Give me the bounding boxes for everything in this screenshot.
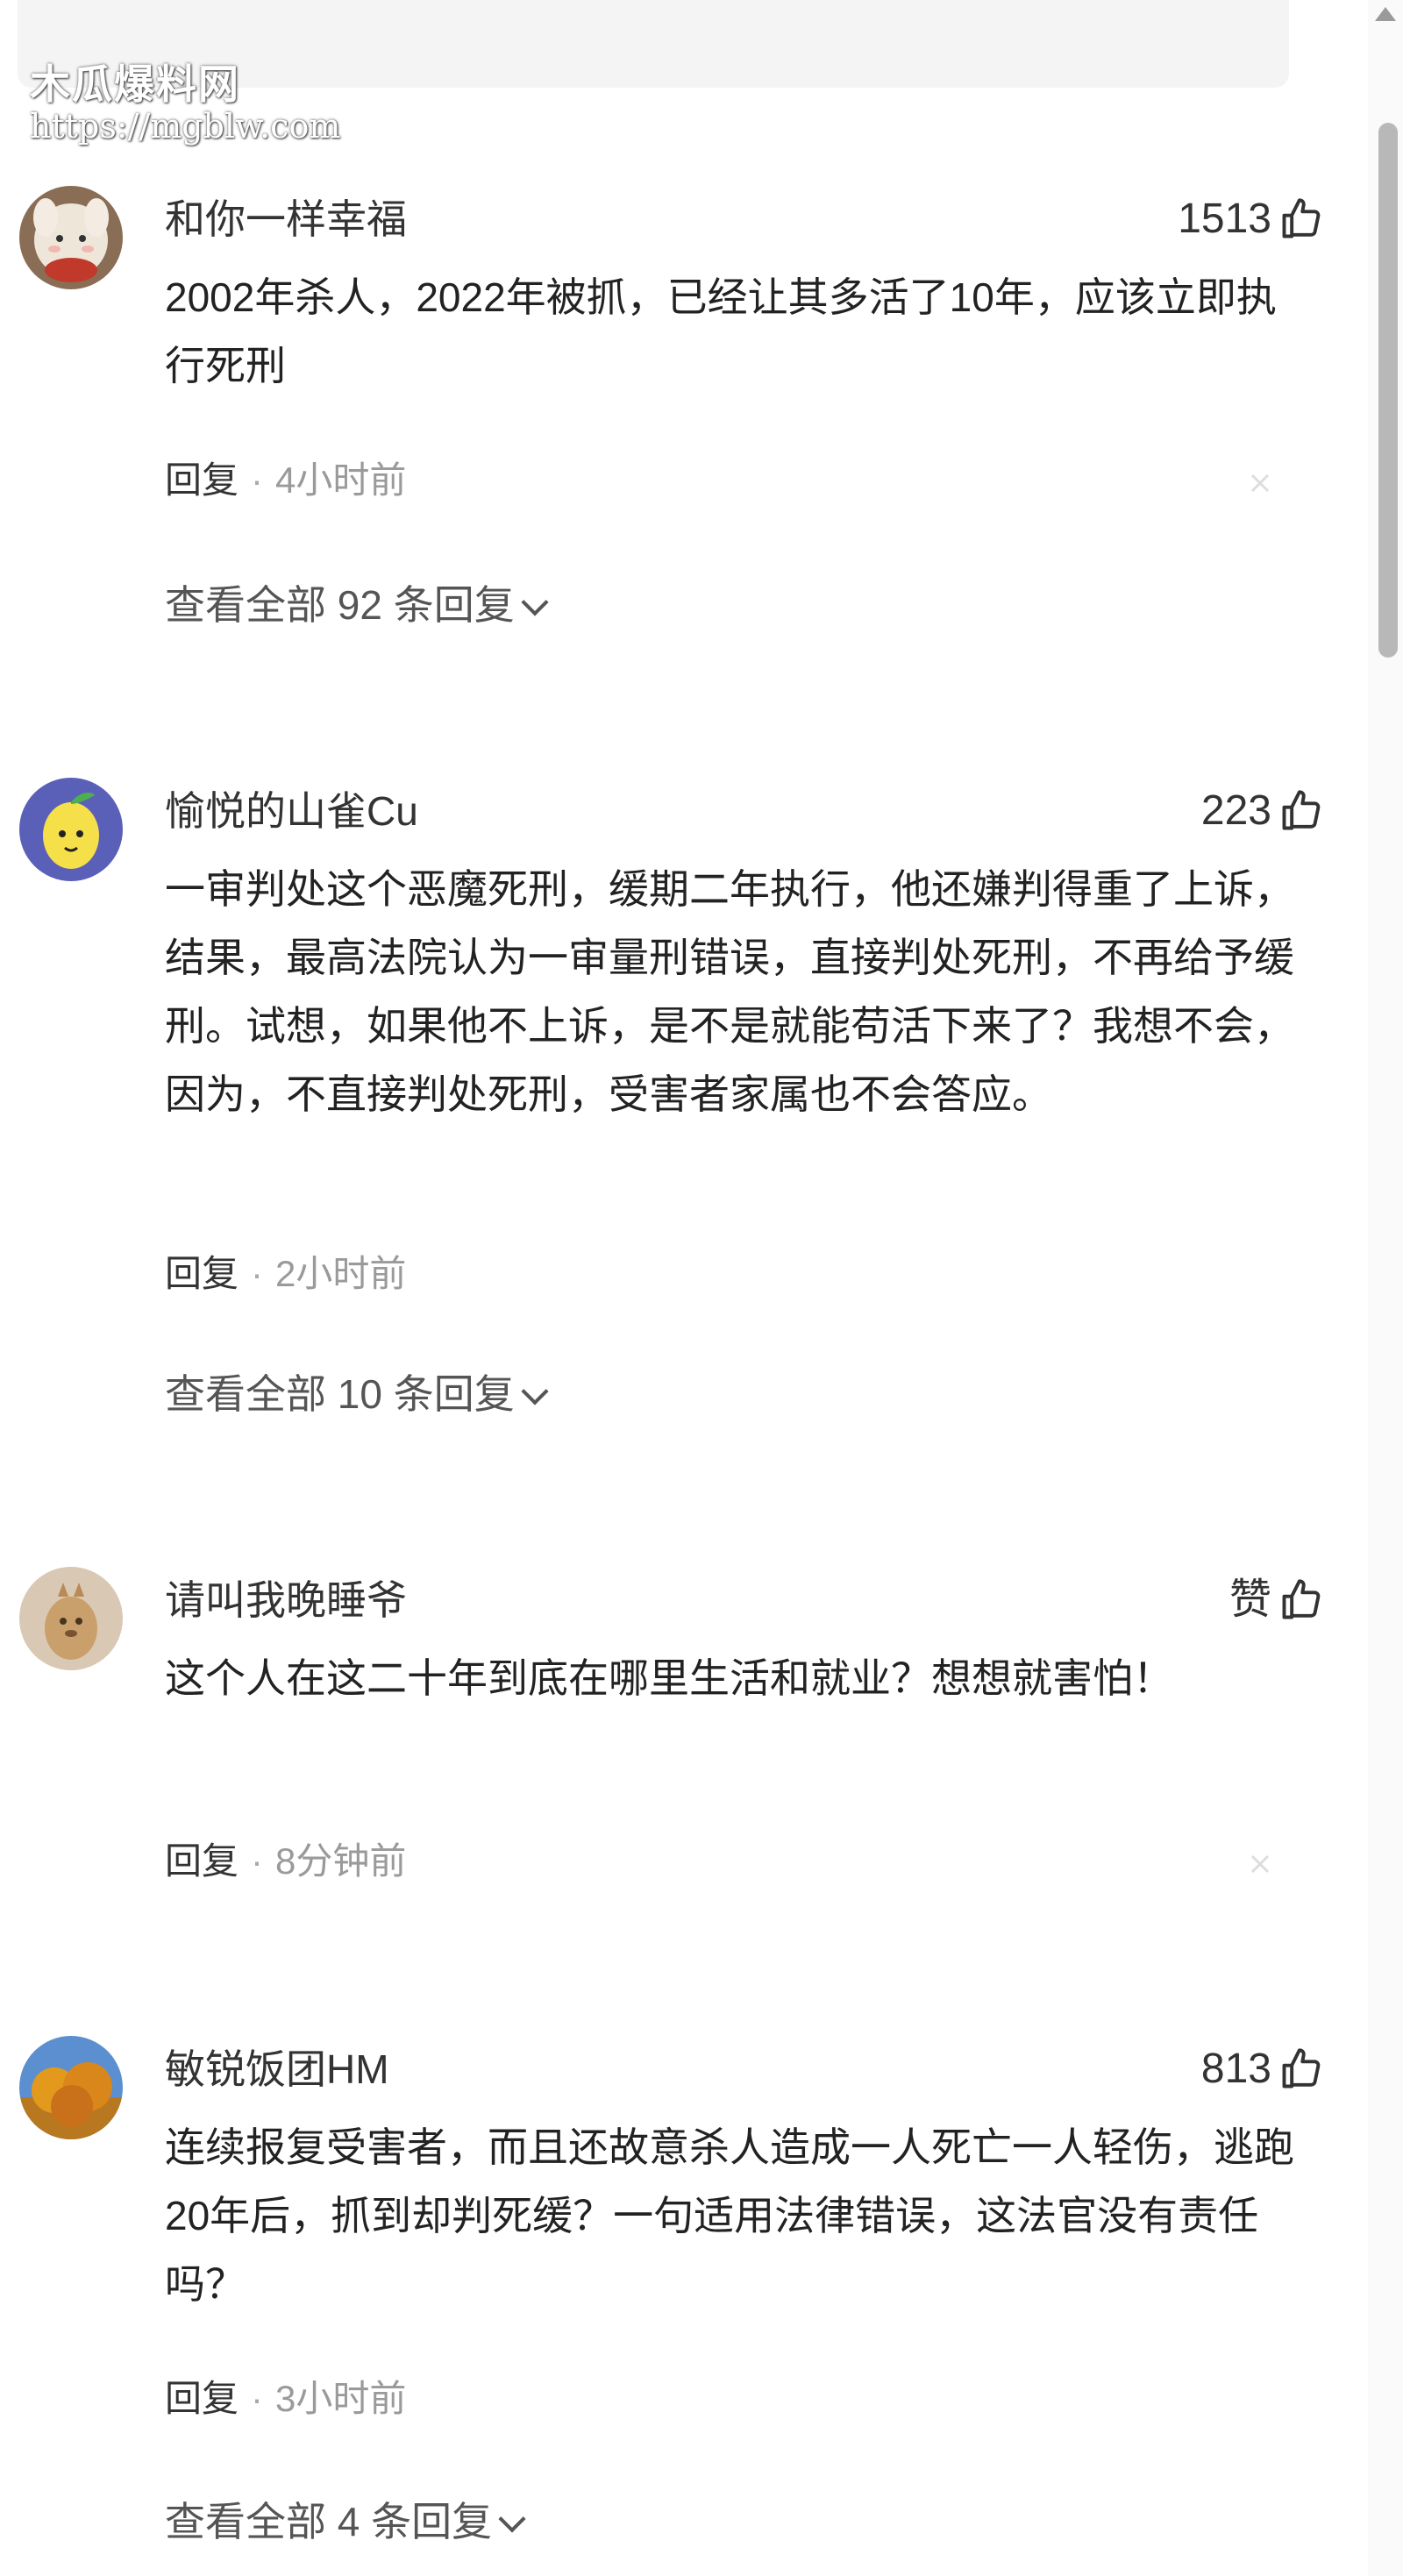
view-all-replies-button[interactable]: 查看全部 4 条回复	[165, 2495, 526, 2548]
plush-doll-avatar-icon	[19, 186, 123, 289]
chevron-down-icon	[498, 2505, 526, 2533]
meta-separator: ·	[251, 1840, 264, 1882]
reply-button[interactable]: 回复	[165, 1253, 239, 1294]
comment-time: 3小时前	[275, 2378, 407, 2419]
thumbs-up-icon[interactable]	[1278, 196, 1324, 242]
comment-time: 8分钟前	[275, 1840, 407, 1882]
watermark: 木瓜爆料网 https://mgblw.com	[30, 61, 340, 146]
avatar[interactable]	[19, 186, 123, 289]
meta-separator: ·	[251, 2378, 264, 2419]
reply-button[interactable]: 回复	[165, 1840, 239, 1882]
chevron-down-icon	[521, 1377, 549, 1405]
comment-meta: 回复 · 3小时前	[165, 2374, 406, 2423]
username[interactable]: 敏锐饭团HM	[165, 2043, 389, 2096]
thumbs-up-icon[interactable]	[1278, 788, 1324, 834]
meta-separator: ·	[251, 1253, 264, 1294]
comment-time: 2小时前	[275, 1253, 407, 1294]
avatar[interactable]	[19, 2036, 123, 2139]
comment-text: 2002年杀人，2022年被抓，已经让其多活了10年，应该立即执行死刑	[165, 274, 1277, 388]
view-all-replies-button[interactable]: 查看全部 92 条回复	[165, 579, 549, 631]
cartoon-animal-avatar-icon	[19, 1567, 123, 1670]
meta-separator: ·	[251, 459, 264, 501]
username[interactable]: 和你一样幸福	[165, 193, 407, 246]
watermark-title: 木瓜爆料网	[30, 61, 240, 107]
comment-text: 这个人在这二十年到底在哪里生活和就业？想想就害怕！	[165, 1655, 1173, 1701]
comment-time: 4小时前	[275, 459, 407, 501]
like-count: 1513	[1178, 196, 1271, 242]
username[interactable]: 愉悦的山雀Cu	[165, 785, 418, 837]
like-label: 赞	[1229, 1576, 1271, 1623]
chevron-down-icon	[521, 588, 549, 616]
view-replies-label: 查看全部 4 条回复	[165, 2499, 493, 2544]
scroll-up-arrow-icon[interactable]	[1375, 7, 1396, 21]
close-icon[interactable]	[1249, 1853, 1271, 1875]
watermark-url: https://mgblw.com	[30, 106, 341, 146]
autumn-tree-avatar-icon	[19, 2036, 123, 2139]
reply-button[interactable]: 回复	[165, 459, 239, 501]
lemon-character-avatar-icon	[19, 778, 123, 881]
scrollbar-thumb[interactable]	[1378, 123, 1398, 658]
reply-button[interactable]: 回复	[165, 2378, 239, 2419]
view-all-replies-button[interactable]: 查看全部 10 条回复	[165, 1368, 549, 1420]
view-replies-label: 查看全部 92 条回复	[165, 582, 515, 628]
avatar[interactable]	[19, 1567, 123, 1670]
thumbs-up-icon[interactable]	[1278, 1577, 1324, 1623]
thumbs-up-icon[interactable]	[1278, 2046, 1324, 2092]
comment-meta: 回复 · 2小时前	[165, 1249, 406, 1299]
like-count: 223	[1200, 787, 1271, 834]
username[interactable]: 请叫我晚睡爷	[165, 1574, 407, 1626]
comment-meta: 回复 · 4小时前	[165, 456, 406, 505]
comment-meta: 回复 · 8分钟前	[165, 1837, 406, 1886]
comment-text: 一审判处这个恶魔死刑，缓期二年执行，他还嫌判得重了上诉，结果，最高法院认为一审量…	[165, 866, 1294, 1117]
view-replies-label: 查看全部 10 条回复	[165, 1371, 515, 1417]
avatar[interactable]	[19, 778, 123, 881]
like-count: 813	[1200, 2046, 1271, 2092]
close-icon[interactable]	[1249, 472, 1271, 495]
comment-text: 连续报复受害者，而且还故意杀人造成一人死亡一人轻伤，逃跑20年后，抓到却判死缓？…	[165, 2124, 1294, 2307]
